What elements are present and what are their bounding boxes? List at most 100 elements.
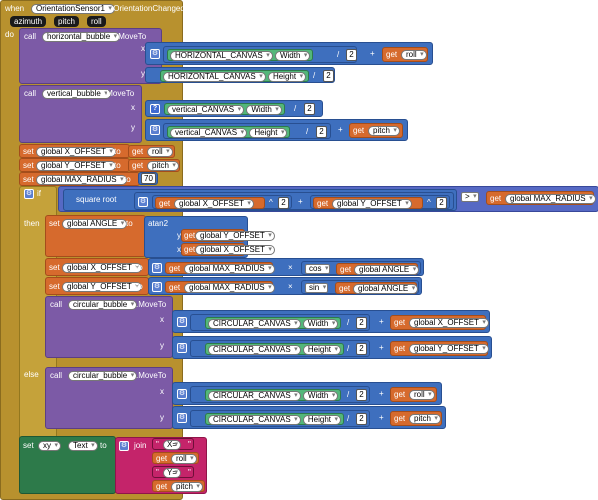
component-getter[interactable]: HORIZONTAL_CANVAS Width bbox=[167, 49, 314, 61]
cos-block[interactable]: cos get global ANGLE bbox=[301, 261, 421, 275]
math-divide-block[interactable]: vertical_CANVAS Height / 2 bbox=[163, 123, 331, 139]
question-icon[interactable]: ? bbox=[150, 104, 160, 114]
call-vertical-moveto[interactable]: call vertical_bubble .MoveTo x y bbox=[19, 85, 142, 143]
math-add-block[interactable]: ⚙ CIRCULAR_CANVAS Width / 2 + get global… bbox=[172, 310, 490, 333]
property-dropdown[interactable]: Width bbox=[246, 105, 282, 115]
property-dropdown[interactable]: Width bbox=[274, 51, 311, 61]
sin-dropdown[interactable]: sin bbox=[305, 283, 329, 293]
property-dropdown[interactable]: Height bbox=[267, 72, 307, 82]
math-add-block[interactable]: ⚙ get global X_OFFSET ^ 2 + get global Y… bbox=[134, 192, 454, 210]
number-two[interactable]: 2 bbox=[356, 413, 367, 425]
var-dropdown[interactable]: roll bbox=[401, 50, 427, 60]
number-two[interactable]: 2 bbox=[436, 197, 447, 209]
component-getter[interactable]: HORIZONTAL_CANVAS Height bbox=[160, 70, 310, 82]
set-maxradius-block[interactable]: set global MAX_RADIUS to bbox=[19, 172, 140, 186]
circular-bubble-dropdown[interactable]: circular_bubble bbox=[68, 300, 138, 310]
canvas-dropdown[interactable]: HORIZONTAL_CANVAS bbox=[170, 51, 273, 61]
number-two[interactable]: 2 bbox=[356, 317, 367, 329]
sin-block[interactable]: sin get global ANGLE bbox=[301, 280, 419, 294]
math-add-block[interactable]: ⚙ HORIZONTAL_CANVAS Width / 2 + get roll bbox=[145, 42, 433, 65]
gear-icon[interactable]: ⚙ bbox=[177, 317, 187, 327]
var-dropdown[interactable]: global Y_OFFSET bbox=[195, 231, 275, 241]
math-divide-block[interactable]: CIRCULAR_CANVAS Height / 2 bbox=[190, 340, 370, 357]
math-add-block[interactable]: ⚙ CIRCULAR_CANVAS Width / 2 + get roll bbox=[172, 382, 442, 405]
number-two[interactable]: 2 bbox=[304, 103, 315, 115]
property-dropdown[interactable]: Width bbox=[302, 391, 339, 401]
var-dropdown[interactable]: global MAX_RADIUS bbox=[184, 264, 275, 274]
gear-icon[interactable]: ⚙ bbox=[152, 263, 162, 273]
get-pitch-block[interactable]: get pitch bbox=[152, 480, 205, 492]
set-xoffset-block[interactable]: set global X_OFFSET to bbox=[19, 144, 130, 158]
get-roll-block[interactable]: get roll bbox=[382, 47, 428, 62]
get-angle-block[interactable]: get global ANGLE bbox=[335, 282, 419, 294]
var-dropdown[interactable]: global MAX_RADIUS bbox=[505, 194, 596, 204]
var-dropdown[interactable]: pitch bbox=[368, 126, 400, 136]
get-pitch-block[interactable]: get pitch bbox=[349, 123, 403, 138]
number-two[interactable]: 2 bbox=[356, 343, 367, 355]
number-two[interactable]: 2 bbox=[356, 389, 367, 401]
gear-icon[interactable]: ⚙ bbox=[152, 282, 162, 292]
var-dropdown[interactable]: pitch bbox=[171, 482, 203, 492]
compare-operator-dropdown[interactable]: > bbox=[461, 192, 479, 202]
number-two[interactable]: 2 bbox=[278, 197, 289, 209]
math-divide-block[interactable]: HORIZONTAL_CANVAS Height / 2 bbox=[145, 67, 335, 83]
math-divide-block[interactable]: CIRCULAR_CANVAS Height / 2 bbox=[190, 410, 370, 427]
gear-icon[interactable]: ⚙ bbox=[150, 49, 160, 59]
sqrt-block[interactable]: square root ⚙ get global X_OFFSET ^ 2 + … bbox=[63, 189, 457, 211]
get-roll-block[interactable]: get roll bbox=[152, 452, 199, 464]
canvas-dropdown[interactable]: vertical_CANVAS bbox=[167, 105, 245, 115]
gear-icon[interactable]: ⚙ bbox=[150, 125, 160, 135]
text-literal-xeq[interactable]: X= bbox=[163, 440, 182, 450]
var-dropdown[interactable]: global ANGLE bbox=[354, 265, 420, 275]
gear-icon[interactable]: ⚙ bbox=[177, 413, 187, 423]
gear-icon[interactable]: ⚙ bbox=[177, 343, 187, 353]
component-getter[interactable]: vertical_CANVAS Width bbox=[164, 103, 285, 115]
var-dropdown[interactable]: global MAX_RADIUS bbox=[184, 283, 275, 293]
number-two[interactable]: 2 bbox=[316, 126, 327, 138]
property-dropdown[interactable]: Height bbox=[302, 345, 342, 355]
number-two[interactable]: 2 bbox=[323, 70, 334, 82]
get-xoffset-block[interactable]: get global X_OFFSET bbox=[155, 197, 265, 209]
var-dropdown[interactable]: global MAX_RADIUS bbox=[36, 175, 127, 185]
call-horizontal-moveto[interactable]: call horizontal_bubble .MoveTo x y bbox=[19, 28, 162, 84]
get-xoffset-block[interactable]: get global X_OFFSET bbox=[390, 315, 489, 330]
get-roll-block[interactable]: get roll bbox=[390, 387, 437, 402]
get-angle-block[interactable]: get global ANGLE bbox=[336, 263, 420, 275]
get-pitch-block[interactable]: get pitch bbox=[390, 411, 442, 426]
text-literal-yeq[interactable]: Y= bbox=[163, 468, 182, 478]
param-azimuth[interactable]: azimuth bbox=[10, 16, 47, 27]
gear-icon[interactable]: ⚙ bbox=[119, 441, 129, 451]
math-divide-block[interactable]: CIRCULAR_CANVAS Width / 2 bbox=[190, 314, 370, 331]
var-dropdown[interactable]: roll bbox=[147, 147, 173, 157]
compare-block[interactable]: square root ⚙ get global X_OFFSET ^ 2 + … bbox=[58, 186, 598, 212]
get-yoffset-block[interactable]: get global Y_OFFSET bbox=[313, 197, 423, 209]
canvas-dropdown[interactable]: CIRCULAR_CANVAS bbox=[208, 415, 301, 425]
set-yoffset-block[interactable]: set global Y_OFFSET to bbox=[19, 158, 130, 172]
canvas-dropdown[interactable]: CIRCULAR_CANVAS bbox=[208, 391, 301, 401]
var-dropdown[interactable]: pitch bbox=[409, 414, 441, 424]
math-divide-block[interactable]: HORIZONTAL_CANVAS Width / 2 bbox=[163, 46, 357, 63]
set-angle-block[interactable]: set global ANGLE to bbox=[45, 215, 146, 257]
var-dropdown[interactable]: global X_OFFSET bbox=[36, 147, 116, 157]
component-getter[interactable]: vertical_CANVAS Height bbox=[167, 126, 291, 138]
math-add-block[interactable]: ⚙ vertical_CANVAS Height / 2 + get pitch bbox=[145, 119, 408, 141]
var-dropdown[interactable]: global X_OFFSET bbox=[62, 263, 142, 273]
set-xy-text-block[interactable]: set xy Text to bbox=[19, 436, 116, 494]
math-multiply-block[interactable]: ⚙ get global MAX_RADIUS × sin get global… bbox=[148, 277, 422, 295]
component-getter[interactable]: CIRCULAR_CANVAS Height bbox=[205, 343, 345, 355]
call-circular-moveto[interactable]: call circular_bubble .MoveTo x y bbox=[45, 367, 173, 429]
vertical-bubble-dropdown[interactable]: vertical_bubble bbox=[42, 89, 111, 99]
pow-block[interactable]: get global X_OFFSET ^ 2 bbox=[152, 195, 292, 209]
var-dropdown[interactable]: global ANGLE bbox=[353, 284, 419, 294]
math-add-block[interactable]: ⚙ CIRCULAR_CANVAS Height / 2 + get globa… bbox=[172, 336, 492, 359]
param-roll[interactable]: roll bbox=[87, 16, 106, 27]
var-dropdown[interactable]: global X_OFFSET bbox=[195, 245, 275, 255]
cos-dropdown[interactable]: cos bbox=[305, 264, 331, 274]
get-xoffset-block[interactable]: get global X_OFFSET bbox=[181, 243, 275, 256]
gear-icon[interactable]: ⚙ bbox=[138, 197, 148, 207]
property-dropdown[interactable]: Height bbox=[249, 128, 288, 138]
property-dropdown[interactable]: Width bbox=[302, 319, 339, 329]
number-seventy[interactable]: 70 bbox=[141, 173, 156, 184]
text-property-dropdown[interactable]: Text bbox=[68, 441, 98, 451]
var-dropdown[interactable]: roll bbox=[171, 454, 197, 464]
